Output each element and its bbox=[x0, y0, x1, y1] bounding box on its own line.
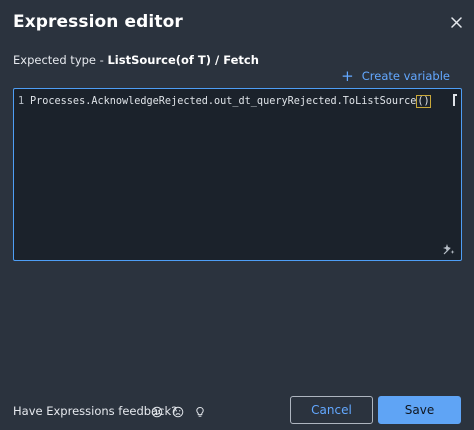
bracket-match-highlight: () bbox=[416, 95, 431, 108]
frown-icon[interactable] bbox=[172, 403, 184, 418]
expected-type-prefix: Expected type - bbox=[13, 53, 108, 67]
scrollbar-marker bbox=[453, 94, 455, 106]
create-variable-button[interactable]: + Create variable bbox=[341, 67, 450, 85]
expression-input[interactable]: 1 Processes.AcknowledgeRejected.out_dt_qu… bbox=[13, 88, 462, 261]
code-text: Processes.AcknowledgeRejected.out_dt_que… bbox=[30, 96, 417, 107]
code-line[interactable]: 1 Processes.AcknowledgeRejected.out_dt_qu… bbox=[18, 95, 431, 108]
paren-close: ) bbox=[423, 96, 430, 107]
lightbulb-icon[interactable] bbox=[194, 403, 206, 417]
plus-icon: + bbox=[341, 67, 354, 85]
close-icon[interactable] bbox=[444, 10, 468, 34]
sparkle-icon[interactable] bbox=[442, 241, 456, 255]
save-button[interactable]: Save bbox=[378, 396, 461, 424]
create-variable-label: Create variable bbox=[361, 69, 450, 83]
expression-editor-dialog: Expression editor Expected type - ListSo… bbox=[0, 0, 474, 430]
expected-type-value: ListSource(of T) / Fetch bbox=[107, 53, 259, 67]
smile-icon[interactable] bbox=[151, 403, 163, 418]
dialog-title: Expression editor bbox=[13, 12, 183, 32]
expected-type: Expected type - ListSource(of T) / Fetch bbox=[13, 53, 259, 67]
line-number: 1 bbox=[18, 96, 25, 107]
cancel-button[interactable]: Cancel bbox=[290, 396, 373, 424]
